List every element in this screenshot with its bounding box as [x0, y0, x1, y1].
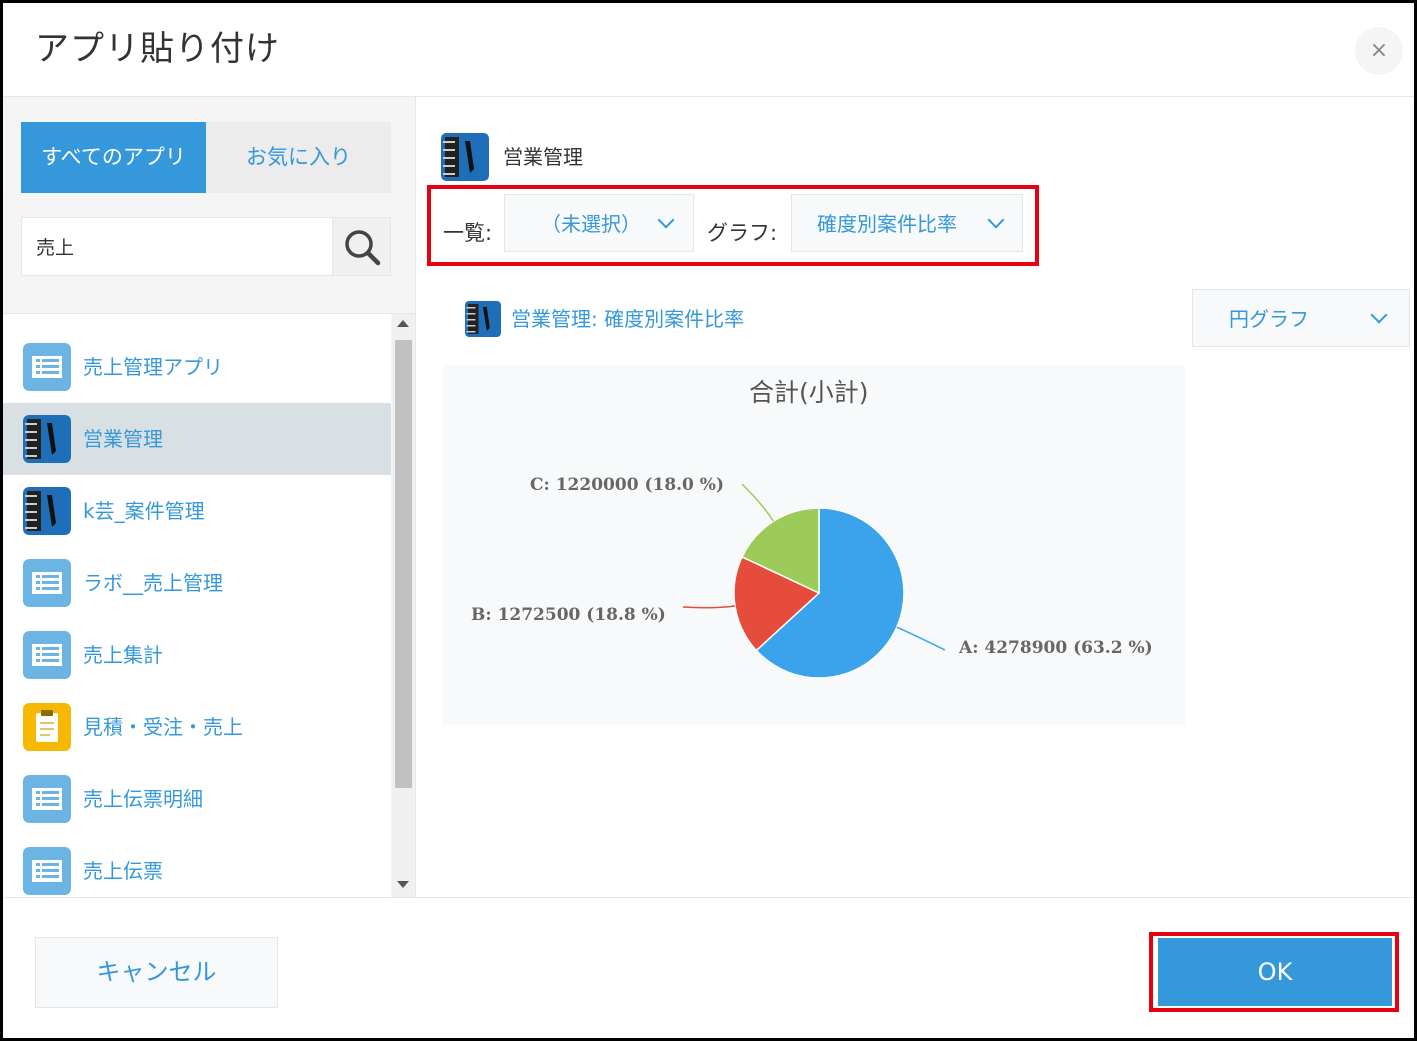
app-item-sales-slip[interactable]: 売上伝票: [3, 835, 391, 897]
pie-connector-line: [682, 605, 736, 609]
close-icon: ×: [1369, 38, 1389, 63]
app-item-estimate-order-sales[interactable]: 見積・受注・売上: [3, 691, 391, 763]
notebook-app-icon: [23, 415, 71, 463]
app-item-lab-sales[interactable]: ラボ__売上管理: [3, 547, 391, 619]
tab-all-apps[interactable]: すべてのアプリ: [21, 122, 206, 193]
app-item-k-project[interactable]: k芸_案件管理: [3, 475, 391, 547]
scroll-down-icon[interactable]: [397, 881, 409, 888]
app-item-label: 見積・受注・売上: [83, 715, 243, 739]
pie-label-a: A: 4278900 (63.2 %): [959, 638, 1153, 658]
app-item-label: 売上伝票明細: [83, 787, 203, 811]
search-icon: [345, 230, 381, 266]
pie-label-b: B: 1272500 (18.8 %): [471, 605, 666, 625]
app-item-label: 営業管理: [83, 427, 163, 451]
pie-connector-line: [741, 483, 775, 522]
dialog-footer: キャンセル OK: [3, 898, 1414, 1038]
app-item-sales-ops[interactable]: 営業管理: [3, 403, 391, 475]
ok-button[interactable]: OK: [1158, 938, 1392, 1006]
search-button[interactable]: [332, 218, 390, 275]
clipboard-app-icon: [23, 703, 71, 751]
pie-connector-line: [896, 626, 946, 651]
notebook-app-icon: [23, 487, 71, 535]
list-app-icon: [23, 343, 71, 391]
app-paste-dialog: アプリ貼り付け × すべてのアプリ お気に入り 売上 売上管理アプリ 営業管理 …: [0, 0, 1417, 1041]
app-item-label: 売上伝票: [83, 859, 163, 883]
list-app-icon: [23, 775, 71, 823]
app-list: 売上管理アプリ 営業管理 k芸_案件管理 ラボ__売上管理 売上集計 見積・受注…: [3, 314, 391, 897]
cancel-button[interactable]: キャンセル: [35, 937, 278, 1008]
search-input[interactable]: [22, 218, 332, 275]
app-item-sales-slip-detail[interactable]: 売上伝票明細: [3, 763, 391, 835]
pie-label-c: C: 1220000 (18.0 %): [530, 475, 725, 495]
app-item-sales-summary[interactable]: 売上集計: [3, 619, 391, 691]
app-list-scrollbar[interactable]: [392, 314, 414, 897]
tab-favorites[interactable]: お気に入り: [206, 122, 391, 193]
list-app-icon: [23, 559, 71, 607]
search-box: [21, 217, 391, 276]
app-item-label: ラボ__売上管理: [83, 571, 223, 595]
app-item-sales-management[interactable]: 売上管理アプリ: [3, 331, 391, 403]
list-app-icon: [23, 847, 71, 895]
list-app-icon: [23, 631, 71, 679]
scroll-thumb[interactable]: [395, 340, 412, 788]
scroll-up-icon[interactable]: [397, 320, 409, 327]
dialog-title: アプリ貼り付け: [35, 29, 280, 69]
app-picker-panel: すべてのアプリ お気に入り 売上管理アプリ: [3, 97, 416, 897]
pie-chart: [682, 483, 946, 679]
app-item-label: 売上集計: [83, 643, 163, 667]
app-item-label: 売上管理アプリ: [83, 355, 223, 379]
app-preview-panel: 営業管理 一覧: （未選択） グラフ: 確度別案件比率 営業管理: 確度別案件比…: [417, 97, 1414, 897]
close-button[interactable]: ×: [1355, 27, 1403, 75]
app-item-label: k芸_案件管理: [83, 499, 205, 523]
